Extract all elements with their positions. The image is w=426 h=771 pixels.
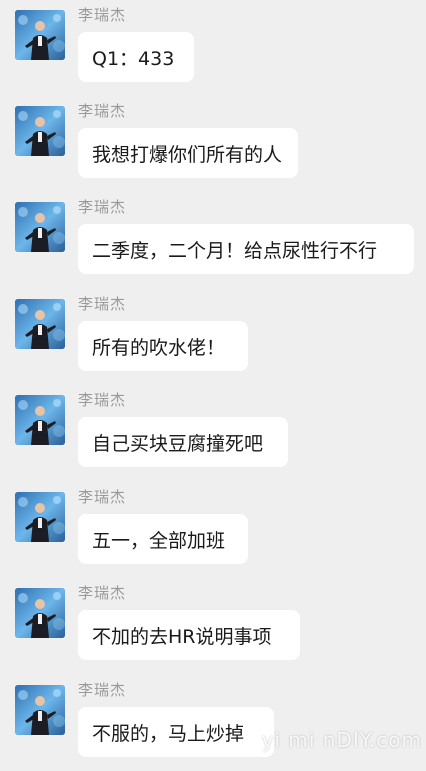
sender-name: 李瑞杰 [78, 6, 127, 24]
sender-name: 李瑞杰 [78, 681, 127, 699]
sender-avatar[interactable] [15, 685, 65, 735]
sender-avatar[interactable] [15, 299, 65, 349]
sender-avatar[interactable] [15, 588, 65, 638]
sender-name: 李瑞杰 [78, 102, 127, 120]
chat-message: 李瑞杰五一，全部加班 [0, 482, 426, 578]
chat-message: 李瑞杰所有的吹水佬！ [0, 289, 426, 385]
chat-message: 李瑞杰我想打爆你们所有的人 [0, 96, 426, 192]
message-bubble[interactable]: 不服的，马上炒掉 [78, 707, 274, 757]
chat-message: 李瑞杰 Q1：433 [0, 0, 426, 96]
chat-message-list[interactable]: 李瑞杰 Q1：433 李瑞杰 我想打爆你们所有的人 李瑞杰 二季度，二个月！给点尿性行不行… [0, 0, 426, 758]
chat-message: 李瑞杰不加的去HR说明事项 [0, 578, 426, 674]
message-bubble[interactable]: 自己买块豆腐撞死吧 [78, 417, 288, 467]
message-bubble[interactable]: 所有的吹水佬！ [78, 321, 248, 371]
sender-name: 李瑞杰 [78, 295, 127, 313]
sender-name: 李瑞杰 [78, 584, 127, 602]
message-bubble[interactable]: 五一，全部加班 [78, 514, 248, 564]
watermark: yi mi nDIY.com [261, 728, 422, 752]
sender-name: 李瑞杰 [78, 391, 127, 409]
chat-message: 李瑞杰不服的，马上炒掉 [0, 675, 426, 771]
sender-avatar[interactable] [15, 106, 65, 156]
message-bubble[interactable]: 二季度，二个月！给点尿性行不行 [78, 224, 414, 274]
chat-message: 李瑞杰自己买块豆腐撞死吧 [0, 385, 426, 481]
sender-avatar[interactable] [15, 492, 65, 542]
sender-name: 李瑞杰 [78, 488, 127, 506]
sender-avatar[interactable] [15, 395, 65, 445]
sender-name: 李瑞杰 [78, 198, 127, 216]
chat-message: 李瑞杰二季度，二个月！给点尿性行不行 [0, 192, 426, 288]
message-bubble[interactable]: 我想打爆你们所有的人 [78, 128, 298, 178]
sender-avatar[interactable] [15, 202, 65, 252]
sender-avatar[interactable] [15, 10, 65, 60]
message-bubble[interactable]: 不加的去HR说明事项 [78, 610, 300, 660]
message-bubble[interactable]: Q1：433 [78, 32, 194, 82]
